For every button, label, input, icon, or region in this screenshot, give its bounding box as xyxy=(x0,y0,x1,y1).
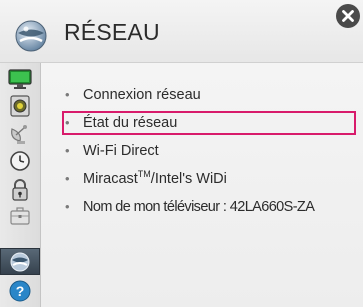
close-icon xyxy=(342,10,354,22)
sidebar-item-network[interactable] xyxy=(0,248,40,275)
sidebar-item-support[interactable]: ? xyxy=(0,276,40,303)
help-icon: ? xyxy=(9,280,31,302)
satellite-dish-icon xyxy=(11,125,27,144)
sidebar-item-channels[interactable] xyxy=(0,120,40,147)
page-title: RÉSEAU xyxy=(64,19,160,45)
intel-widi-text: /Intel's WiDi xyxy=(150,171,227,187)
menu-item-label: MiracastTM/Intel's WiDi xyxy=(83,167,227,191)
sidebar-item-options[interactable] xyxy=(0,202,40,229)
bullet: • xyxy=(65,87,70,102)
bullet: • xyxy=(65,199,70,214)
category-sidebar: ? xyxy=(0,63,41,307)
sidebar-item-lock[interactable] xyxy=(0,175,40,202)
miracast-text: Miracast xyxy=(83,171,138,187)
speaker-icon xyxy=(10,95,30,117)
clock-icon xyxy=(10,151,30,171)
bullet: • xyxy=(65,171,70,186)
bullet: • xyxy=(65,143,70,158)
menu-item-network-connection[interactable]: • Connexion réseau xyxy=(62,83,356,107)
bullet: • xyxy=(65,115,70,130)
picture-monitor-icon xyxy=(8,69,32,89)
lock-icon xyxy=(12,179,28,201)
trademark-mark: TM xyxy=(137,169,151,180)
menu-item-label: Connexion réseau xyxy=(83,87,201,103)
svg-text:?: ? xyxy=(16,283,25,299)
network-menu: • Connexion réseau • État du réseau • Wi… xyxy=(41,63,363,307)
globe-network-icon xyxy=(15,20,47,52)
sidebar-item-time[interactable] xyxy=(0,147,40,174)
menu-item-label: Wi-Fi Direct xyxy=(83,143,159,159)
globe-network-icon xyxy=(10,252,30,272)
close-button[interactable] xyxy=(336,4,360,28)
briefcase-icon xyxy=(10,207,30,225)
sidebar-item-audio[interactable] xyxy=(0,92,40,119)
header-bar: RÉSEAU xyxy=(0,0,363,63)
menu-item-label: État du réseau xyxy=(83,115,178,131)
menu-item-label: Nom de mon téléviseur : 42LA660S-ZA xyxy=(83,199,315,215)
menu-item-wifi-direct[interactable]: • Wi-Fi Direct xyxy=(62,139,356,163)
menu-item-network-status[interactable]: • État du réseau xyxy=(62,111,356,135)
sidebar-item-picture[interactable] xyxy=(0,65,40,92)
menu-item-tv-name[interactable]: • Nom de mon téléviseur : 42LA660S-ZA xyxy=(62,195,356,219)
settings-window: RÉSEAU ? • Connexion réseau • État du ré… xyxy=(0,0,363,307)
menu-item-miracast[interactable]: • MiracastTM/Intel's WiDi xyxy=(62,167,356,191)
